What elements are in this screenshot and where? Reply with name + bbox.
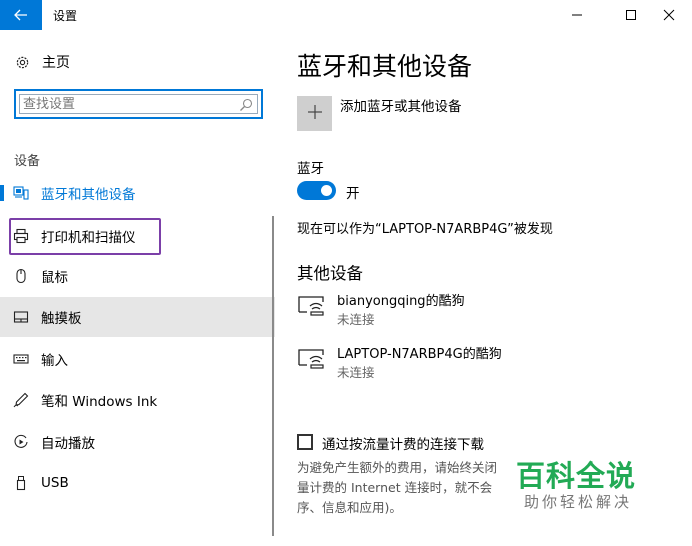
sidebar-item-typing[interactable]: 输入: [0, 339, 275, 379]
toggle-knob: [321, 185, 332, 196]
autoplay-icon: [13, 434, 29, 450]
sidebar-item-bluetooth[interactable]: 蓝牙和其他设备: [0, 173, 275, 213]
device-item[interactable]: LAPTOP-N7ARBP4G的酷狗 未连接: [297, 343, 597, 383]
metered-description: 为避免产生额外的费用，请始终关闭量计费的 Internet 连接时，就不会序、信…: [297, 460, 498, 515]
other-devices-heading: 其他设备: [297, 264, 363, 283]
sidebar-item-printers[interactable]: 打印机和扫描仪: [0, 216, 275, 256]
device-name: LAPTOP-N7ARBP4G的酷狗: [337, 347, 502, 362]
search-icon[interactable]: [239, 97, 253, 111]
bluetooth-devices-icon: [13, 185, 29, 201]
add-device-button[interactable]: [297, 96, 332, 131]
sidebar-item-label: 蓝牙和其他设备: [41, 187, 136, 203]
touchpad-icon: [13, 309, 29, 325]
bluetooth-toggle-label: 开: [346, 186, 360, 202]
sidebar-item-usb[interactable]: USB: [0, 463, 275, 503]
back-button[interactable]: [0, 0, 42, 30]
printer-icon: [13, 228, 29, 244]
active-indicator: [0, 185, 4, 201]
plus-icon: [307, 104, 323, 124]
search-input[interactable]: [23, 95, 233, 113]
sidebar-item-pen[interactable]: 笔和 Windows Ink: [0, 380, 275, 420]
pen-icon: [13, 392, 29, 408]
title-bar: 设置: [0, 0, 692, 30]
discoverable-text: 现在可以作为“LAPTOP-N7ARBP4G”被发现: [297, 222, 553, 237]
back-arrow-icon: [14, 6, 28, 25]
bluetooth-heading: 蓝牙: [297, 161, 324, 177]
sidebar: 主页 设备 蓝牙和其他设备 打印机和扫描仪 鼠标 触摸板: [0, 30, 275, 546]
devices-section-label: 设备: [14, 154, 41, 169]
bluetooth-toggle[interactable]: [297, 181, 336, 200]
minimize-icon: [571, 6, 583, 25]
sidebar-item-label: 输入: [41, 353, 68, 369]
device-status: 未连接: [337, 312, 375, 327]
sidebar-item-label: 鼠标: [41, 270, 68, 286]
home-nav-item[interactable]: 主页: [14, 52, 70, 72]
sidebar-item-label: 打印机和扫描仪: [41, 230, 136, 246]
keyboard-icon: [13, 351, 29, 367]
close-icon: [663, 6, 675, 25]
metered-label[interactable]: 通过按流量计费的连接下载: [322, 433, 484, 453]
watermark-logo: 百科全说 助你轻松解决: [516, 453, 646, 513]
wireless-display-icon: [297, 347, 327, 371]
sidebar-item-label: 自动播放: [41, 436, 95, 452]
watermark-main-text: 百科全说: [516, 459, 637, 493]
minimize-button[interactable]: [554, 0, 600, 30]
home-label: 主页: [42, 55, 70, 71]
mouse-icon: [13, 268, 29, 284]
device-status: 未连接: [337, 365, 375, 380]
page-title: 蓝牙和其他设备: [297, 52, 473, 81]
sidebar-item-autoplay[interactable]: 自动播放: [0, 422, 275, 462]
search-box[interactable]: [14, 89, 263, 119]
sidebar-item-touchpad[interactable]: 触摸板: [0, 297, 275, 337]
sidebar-item-label: USB: [41, 475, 69, 491]
usb-icon: [13, 475, 29, 491]
gear-icon: [14, 54, 30, 70]
wireless-display-icon: [297, 294, 327, 318]
maximize-icon: [625, 6, 637, 25]
sidebar-item-label: 触摸板: [41, 311, 82, 327]
watermark-sub-text: 助你轻松解决: [524, 493, 633, 511]
close-button[interactable]: [646, 0, 692, 30]
device-item[interactable]: bianyongqing的酷狗 未连接: [297, 290, 597, 330]
window-title: 设置: [53, 9, 78, 23]
sidebar-item-mouse[interactable]: 鼠标: [0, 256, 275, 296]
metered-checkbox[interactable]: [297, 434, 313, 450]
add-device-label[interactable]: 添加蓝牙或其他设备: [340, 95, 462, 115]
sidebar-scrollbar[interactable]: [272, 216, 274, 536]
device-name: bianyongqing的酷狗: [337, 294, 465, 309]
sidebar-item-label: 笔和 Windows Ink: [41, 394, 158, 410]
